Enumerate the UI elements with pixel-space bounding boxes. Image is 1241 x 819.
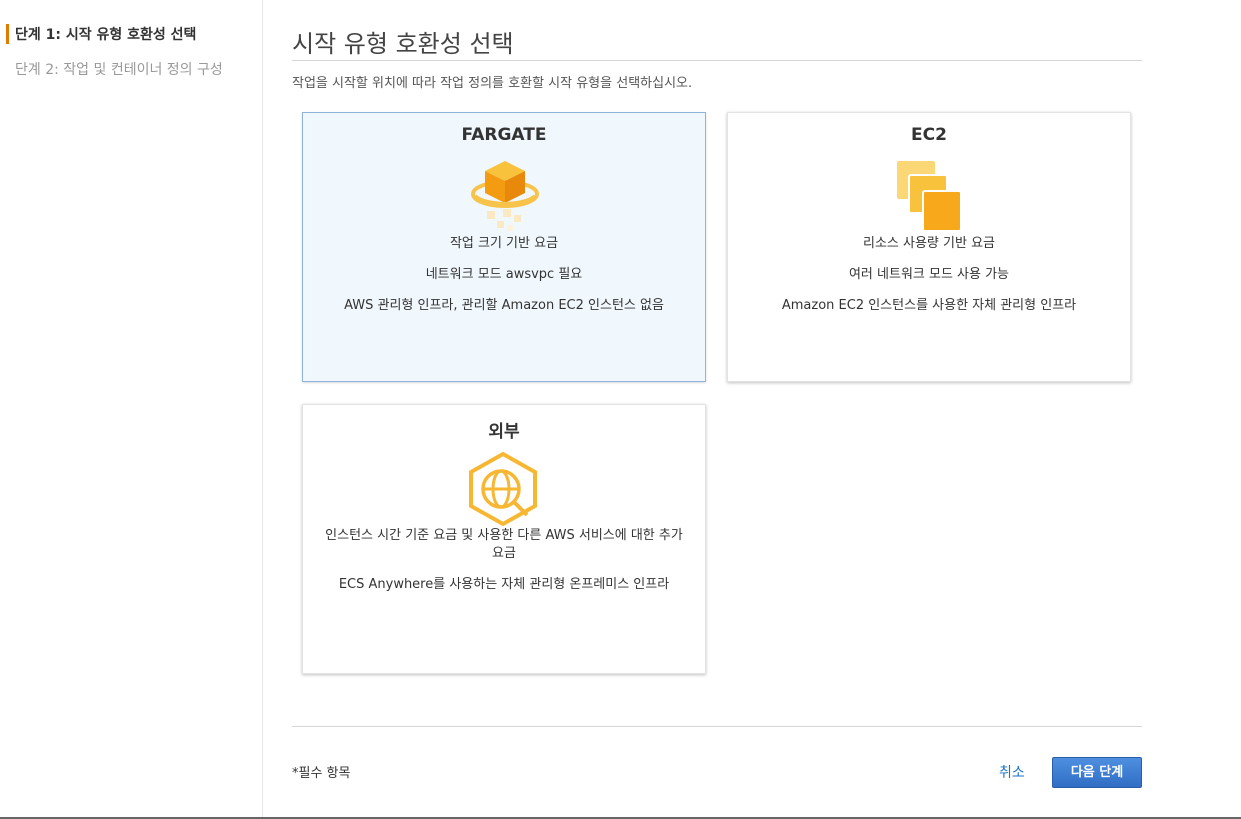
card-line: 리소스 사용량 기반 요금 — [863, 236, 995, 251]
ec2-icon — [897, 161, 962, 232]
fargate-icon — [471, 161, 539, 231]
main-content: 시작 유형 호환성 선택 작업을 시작할 위치에 따라 작업 정의를 호환할 시… — [292, 0, 1142, 819]
cancel-button[interactable]: 취소 — [999, 762, 1025, 782]
step-1-link[interactable]: 단계 1: 시작 유형 호환성 선택 — [15, 24, 196, 44]
card-title: FARGATE — [461, 125, 547, 145]
required-fields-note: *필수 항목 — [292, 766, 351, 781]
page-description: 작업을 시작할 위치에 따라 작업 정의를 호환할 시작 유형을 선택하십시오. — [292, 76, 693, 91]
step-2-link: 단계 2: 작업 및 컨테이너 정의 구성 — [15, 62, 223, 78]
title-divider — [292, 60, 1142, 61]
card-line: 네트워크 모드 awsvpc 필요 — [425, 267, 583, 282]
external-icon — [469, 451, 537, 527]
card-title: EC2 — [911, 125, 947, 145]
active-step-marker — [6, 24, 9, 44]
wizard-sidebar: 단계 1: 시작 유형 호환성 선택 단계 2: 작업 및 컨테이너 정의 구성 — [0, 0, 263, 819]
card-line: 인스턴스 시간 기준 요금 및 사용한 다른 AWS 서비스에 대한 추가 요금 — [325, 528, 683, 561]
next-step-button[interactable]: 다음 단계 — [1052, 757, 1142, 788]
card-line: 작업 크기 기반 요금 — [449, 236, 559, 251]
card-title: 외부 — [488, 422, 520, 442]
page-title: 시작 유형 호환성 선택 — [292, 30, 514, 58]
launch-type-card-ec2[interactable]: EC2 리소스 사용량 기반 요금 여러 네트워크 모드 사용 가능 Amazo… — [727, 112, 1131, 382]
card-line: ECS Anywhere를 사용하는 자체 관리형 온프레미스 인프라 — [338, 577, 670, 592]
launch-type-card-fargate[interactable]: FARGATE 작업 크기 기반 요금 네트워크 모드 awsvpc 필요 AW… — [302, 112, 706, 382]
footer-divider — [292, 726, 1142, 727]
launch-type-card-external[interactable]: 외부 인스턴스 시간 기준 요금 및 사용한 다른 AWS 서비스에 대한 추가… — [302, 404, 706, 674]
card-line: 여러 네트워크 모드 사용 가능 — [848, 267, 1010, 282]
card-line: AWS 관리형 인프라, 관리할 Amazon EC2 인스턴스 없음 — [344, 298, 664, 313]
card-line: Amazon EC2 인스턴스를 사용한 자체 관리형 인프라 — [781, 298, 1077, 313]
